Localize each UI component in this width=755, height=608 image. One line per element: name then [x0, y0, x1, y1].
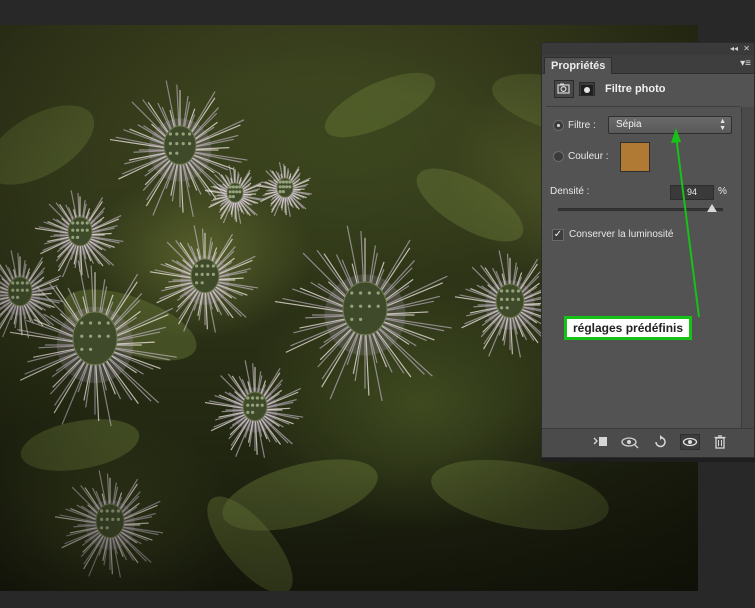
panel-menu-icon[interactable]: ▾≡ — [740, 58, 751, 70]
preserve-luminosity-checkbox[interactable]: ✓ — [552, 229, 564, 241]
adjustment-title: Filtre photo — [605, 83, 666, 95]
clip-to-layer-icon[interactable] — [590, 434, 610, 450]
annotation-callout: réglages prédéfinis — [564, 316, 693, 340]
collapse-panel-icon[interactable]: ◂◂ — [730, 44, 738, 54]
color-radio[interactable] — [553, 151, 564, 162]
visibility-eye-icon[interactable] — [680, 434, 700, 450]
close-panel-icon[interactable]: ✕ — [743, 44, 750, 54]
layer-mask-icon[interactable] — [579, 82, 595, 96]
density-unit: % — [718, 186, 727, 197]
density-slider[interactable] — [558, 204, 723, 212]
density-slider-thumb[interactable] — [707, 204, 718, 212]
filter-selected-value: Sépia — [616, 119, 642, 130]
adjustment-layer-icon[interactable] — [554, 80, 574, 98]
density-label: Densité : — [550, 186, 590, 197]
color-swatch[interactable] — [620, 142, 650, 172]
dropdown-arrows-icon: ▲ ▼ — [719, 118, 726, 132]
panel-tab-bar: Propriétés ▾≡ — [542, 55, 754, 74]
filter-radio[interactable] — [553, 120, 564, 131]
adjustment-header: Filtre photo — [542, 74, 744, 106]
panel-scrollbar[interactable] — [741, 107, 754, 429]
color-label: Couleur : — [568, 151, 609, 162]
tab-properties[interactable]: Propriétés — [544, 57, 613, 74]
reset-icon[interactable] — [650, 434, 670, 450]
panel-title-strip: ◂◂ ✕ — [542, 43, 754, 55]
panel-shadow — [541, 458, 755, 462]
properties-panel: ◂◂ ✕ Propriétés ▾≡ Filtre photo Filtre :… — [541, 42, 755, 458]
filter-label: Filtre : — [568, 120, 596, 131]
divider — [546, 106, 740, 107]
filter-dropdown[interactable]: Sépia ▲ ▼ — [608, 116, 732, 134]
preserve-luminosity-label: Conserver la luminosité — [569, 229, 674, 240]
trash-icon[interactable] — [710, 434, 730, 450]
panel-footer — [542, 428, 754, 457]
density-field[interactable]: 94 — [670, 185, 714, 200]
view-previous-state-icon[interactable] — [620, 434, 640, 450]
